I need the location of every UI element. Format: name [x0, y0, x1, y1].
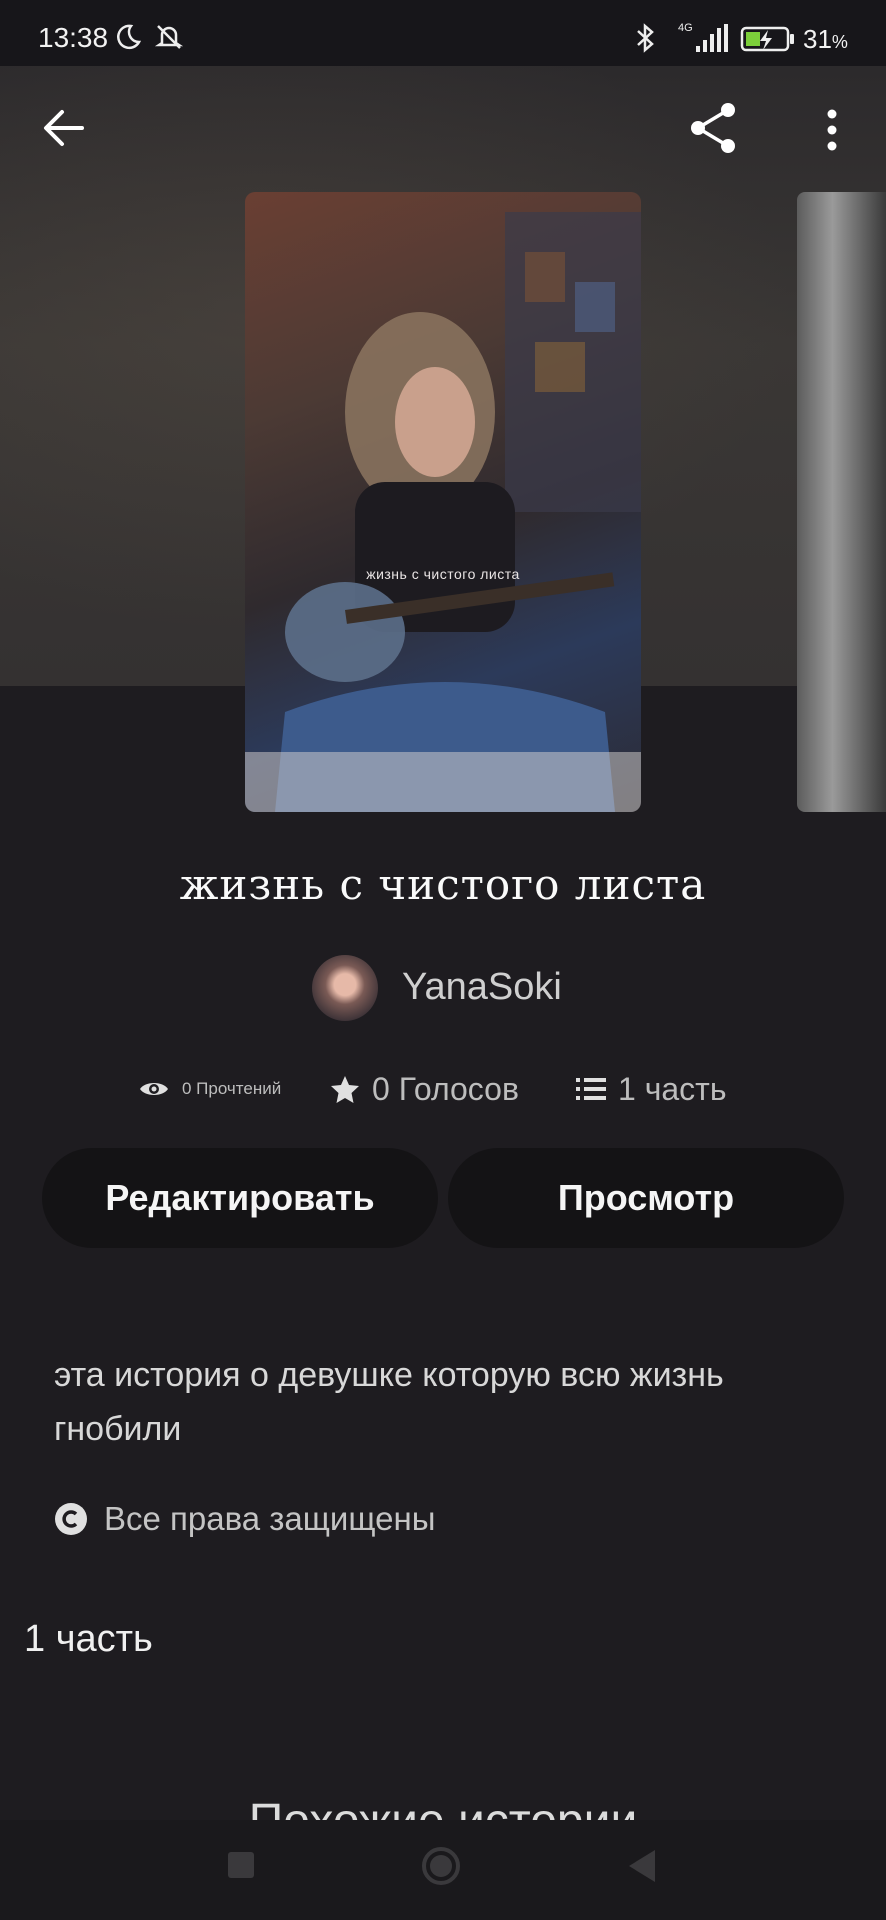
star-icon	[331, 1076, 359, 1103]
parts-heading: 1 часть	[24, 1618, 153, 1660]
back-arrow-icon[interactable]	[36, 100, 92, 156]
home-nav-button[interactable]	[421, 1846, 461, 1886]
back-nav-button[interactable]	[625, 1848, 659, 1884]
edit-button[interactable]: Редактировать	[42, 1148, 438, 1248]
status-bar: 13:38 4G 31%	[0, 0, 886, 66]
signal-icon: 4G	[678, 22, 728, 52]
svg-text:4G: 4G	[678, 22, 693, 34]
list-icon	[576, 1078, 606, 1100]
copyright-icon	[55, 1503, 87, 1535]
bell-off-icon	[154, 25, 184, 49]
battery-percent: 31%	[803, 24, 848, 54]
similar-stories-heading: Похожие истории	[0, 1785, 886, 1821]
story-description: эта история о девушке которую всю жизнь …	[54, 1356, 724, 1448]
author-name[interactable]: YanaSoki	[402, 966, 562, 1009]
cover-illustration	[245, 212, 641, 812]
story-title: жизнь с чистого листа	[179, 860, 707, 909]
cover-text: жизнь с чистого листа	[366, 566, 520, 582]
copyright-notice: Все права защищены	[54, 1500, 435, 1538]
view-button[interactable]: Просмотр	[448, 1148, 844, 1248]
story-cover[interactable]: жизнь с чистого листа	[245, 192, 641, 812]
more-vert-icon[interactable]	[812, 100, 852, 160]
next-cover-peek[interactable]	[797, 192, 886, 812]
moon-icon	[117, 24, 142, 50]
share-icon[interactable]	[684, 98, 744, 158]
bluetooth-icon	[637, 23, 654, 53]
avatar[interactable]	[312, 955, 378, 1021]
story-stats: 0 Прочтений 0 Голосов 1 часть	[0, 1064, 886, 1114]
eye-icon	[140, 1083, 168, 1095]
stat-votes: 0 Голосов	[330, 1064, 519, 1114]
stat-parts: 1 часть	[576, 1064, 726, 1114]
battery-charging-icon	[740, 26, 794, 52]
recents-nav-button[interactable]	[228, 1852, 254, 1878]
status-time: 13:38	[38, 22, 109, 53]
stat-reads: 0 Прочтений	[138, 1064, 281, 1114]
